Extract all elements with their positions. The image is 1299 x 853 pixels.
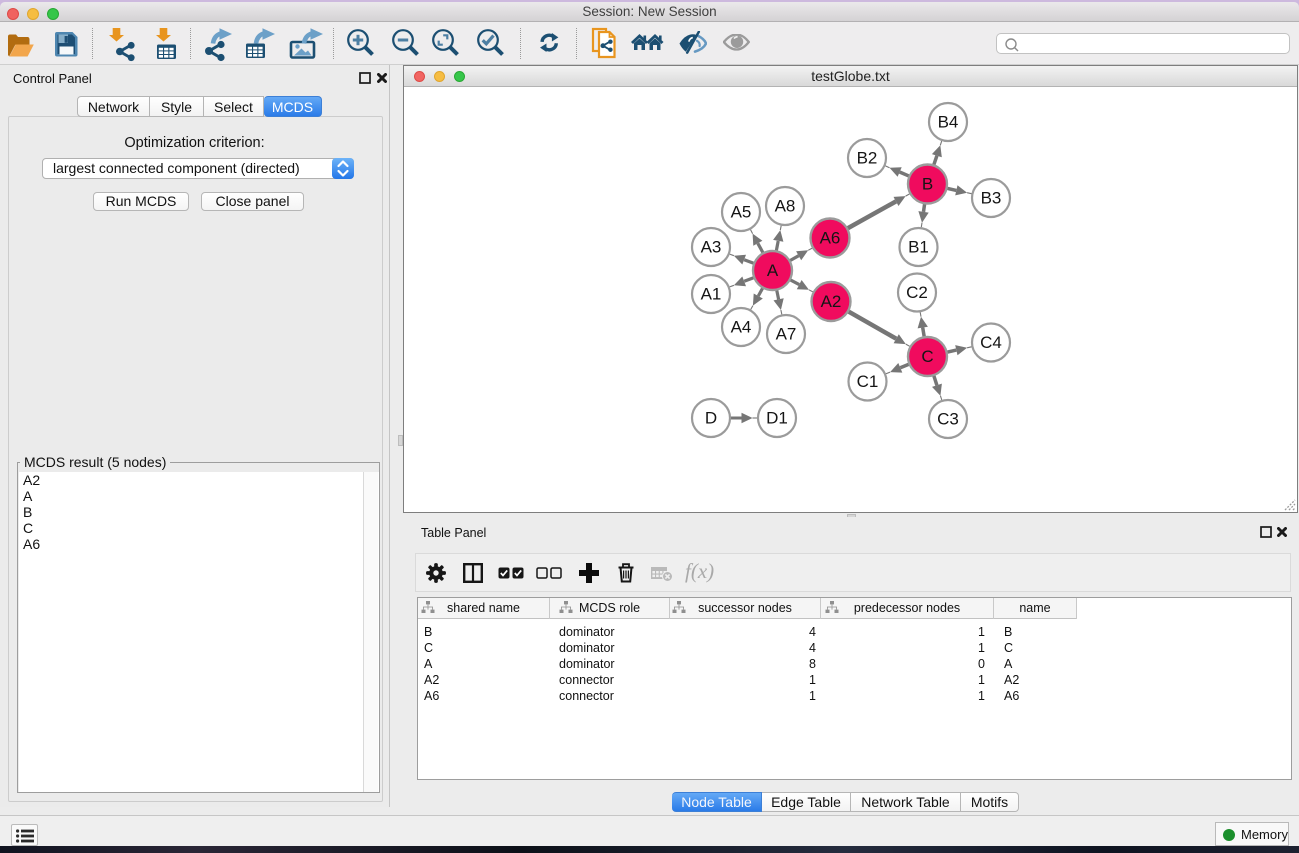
svg-text:A6: A6	[820, 229, 841, 248]
svg-text:C4: C4	[980, 333, 1002, 352]
svg-text:C: C	[921, 347, 933, 366]
svg-text:D: D	[705, 409, 717, 428]
svg-text:C2: C2	[906, 283, 928, 302]
svg-text:A7: A7	[776, 325, 797, 344]
svg-text:A4: A4	[731, 318, 752, 337]
svg-text:A1: A1	[701, 285, 722, 304]
svg-text:A: A	[767, 261, 779, 280]
svg-text:B1: B1	[908, 238, 929, 257]
svg-text:B: B	[922, 175, 933, 194]
svg-text:B2: B2	[857, 149, 878, 168]
svg-text:A8: A8	[775, 197, 796, 216]
svg-text:D1: D1	[766, 409, 788, 428]
svg-text:C1: C1	[857, 372, 879, 391]
svg-text:B4: B4	[938, 113, 959, 132]
svg-text:A5: A5	[731, 203, 752, 222]
svg-text:B3: B3	[981, 189, 1002, 208]
svg-text:f(x): f(x)	[685, 561, 714, 583]
svg-text:A3: A3	[701, 238, 722, 257]
svg-text:C3: C3	[937, 410, 959, 429]
svg-text:A2: A2	[821, 292, 842, 311]
